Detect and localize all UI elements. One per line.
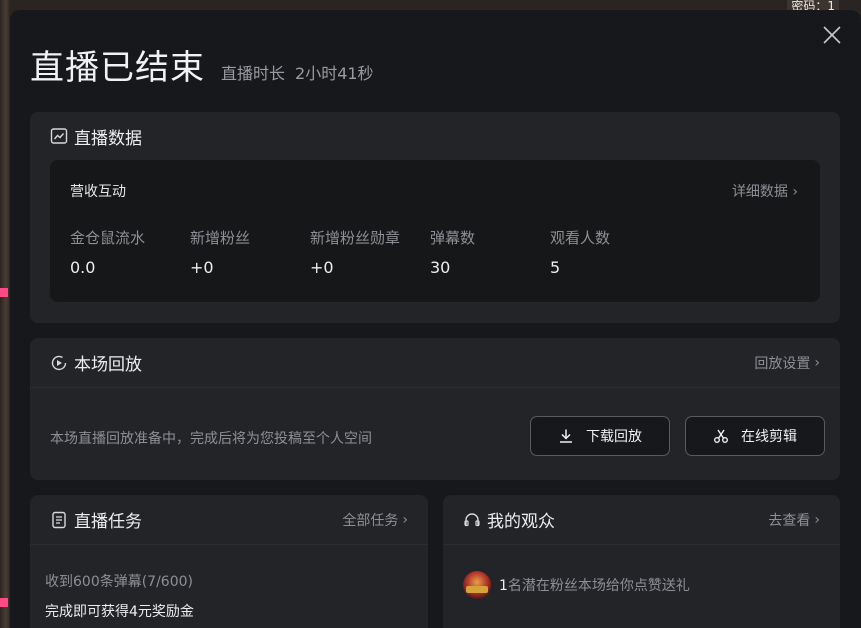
duration-value: 2小时41秒 <box>295 64 374 83</box>
chevron-right-icon: › <box>402 511 408 528</box>
header: 直播已结束 直播时长 2小时41秒 <box>30 40 374 89</box>
background-marker <box>0 288 8 297</box>
download-icon <box>560 429 572 443</box>
download-replay-label: 下载回放 <box>586 429 642 445</box>
live-tasks-card: 直播任务 全部任务 › 收到600条弹幕(7/600) 完成即可获得4元奖励金 <box>30 495 428 628</box>
view-audience-link[interactable]: 去查看 › <box>768 510 820 530</box>
audience-text: 1名潜在粉丝本场给你点赞送礼 <box>499 575 690 595</box>
detail-data-link[interactable]: 详细数据 › <box>732 181 798 201</box>
audience-icon <box>463 511 481 529</box>
metric: 弹幕数 30 <box>430 227 475 277</box>
document-icon <box>50 511 68 529</box>
audience-title: 我的观众 <box>487 512 555 532</box>
background-marker <box>0 598 8 607</box>
metric-label: 新增粉丝勋章 <box>310 229 401 247</box>
live-data-card: 直播数据 营收互动 详细数据 › 金仓鼠流水 0.0 新增粉丝 +0 新增粉丝勋… <box>30 112 840 323</box>
replay-settings-label: 回放设置 <box>754 355 811 372</box>
live-data-title: 直播数据 <box>74 128 142 149</box>
close-icon <box>823 26 841 44</box>
replay-card: 本场回放 回放设置 › 本场直播回放准备中，完成后将为您投稿至个人空间 下载回放… <box>30 338 840 480</box>
metric-value: +0 <box>190 258 214 277</box>
my-audience-card: 我的观众 去查看 › 1名潜在粉丝本场给你点赞送礼 <box>443 495 840 628</box>
metric: 新增粉丝 +0 <box>190 227 250 277</box>
scissors-icon <box>714 429 728 443</box>
avatar <box>463 571 491 599</box>
trend-chart-icon <box>50 127 68 145</box>
metric: 新增粉丝勋章 +0 <box>310 227 400 277</box>
download-replay-button[interactable]: 下载回放 <box>530 416 670 456</box>
metric-value: 5 <box>550 258 561 277</box>
metric-value: 30 <box>430 258 451 277</box>
metric-label: 新增粉丝 <box>190 229 251 247</box>
metric-label: 观看人数 <box>550 229 611 247</box>
metric: 金仓鼠流水 0.0 <box>70 227 145 277</box>
audience-description: 名潜在粉丝本场给你点赞送礼 <box>507 578 690 594</box>
replay-settings-link[interactable]: 回放设置 › <box>754 353 820 373</box>
view-audience-label: 去查看 <box>768 512 811 529</box>
metric: 观看人数 5 <box>550 227 610 277</box>
close-button[interactable] <box>821 24 843 46</box>
metric-label: 弹幕数 <box>430 229 476 247</box>
task-progress: 收到600条弹幕(7/600) <box>45 574 193 590</box>
replay-title: 本场回放 <box>74 355 142 375</box>
audience-summary: 1名潜在粉丝本场给你点赞送礼 <box>463 571 690 599</box>
metric-label: 金仓鼠流水 <box>70 229 146 247</box>
section-title: 营收互动 <box>70 184 126 200</box>
replay-icon <box>50 354 68 372</box>
all-tasks-link[interactable]: 全部任务 › <box>342 510 408 530</box>
replay-status-text: 本场直播回放准备中，完成后将为您投稿至个人空间 <box>50 431 372 447</box>
task-reward: 完成即可获得4元奖励金 <box>45 604 194 620</box>
revenue-interaction-panel: 营收互动 详细数据 › 金仓鼠流水 0.0 新增粉丝 +0 新增粉丝勋章 +0 … <box>50 160 820 302</box>
chevron-right-icon: › <box>792 184 798 200</box>
online-edit-label: 在线剪辑 <box>741 429 797 445</box>
metric-value: +0 <box>310 258 334 277</box>
page-title: 直播已结束 <box>30 48 205 88</box>
online-edit-button[interactable]: 在线剪辑 <box>685 416 825 456</box>
duration-label: 直播时长 <box>221 64 286 83</box>
chevron-right-icon: › <box>814 511 820 528</box>
detail-data-label: 详细数据 <box>731 184 788 200</box>
live-ended-dialog: 直播已结束 直播时长 2小时41秒 直播数据 营收互动 详细数据 › 金仓鼠流水… <box>10 10 861 628</box>
tasks-title: 直播任务 <box>74 512 142 532</box>
metric-value: 0.0 <box>70 258 96 277</box>
chevron-right-icon: › <box>814 354 820 371</box>
all-tasks-label: 全部任务 <box>342 512 399 529</box>
audience-count: 1 <box>499 578 508 594</box>
